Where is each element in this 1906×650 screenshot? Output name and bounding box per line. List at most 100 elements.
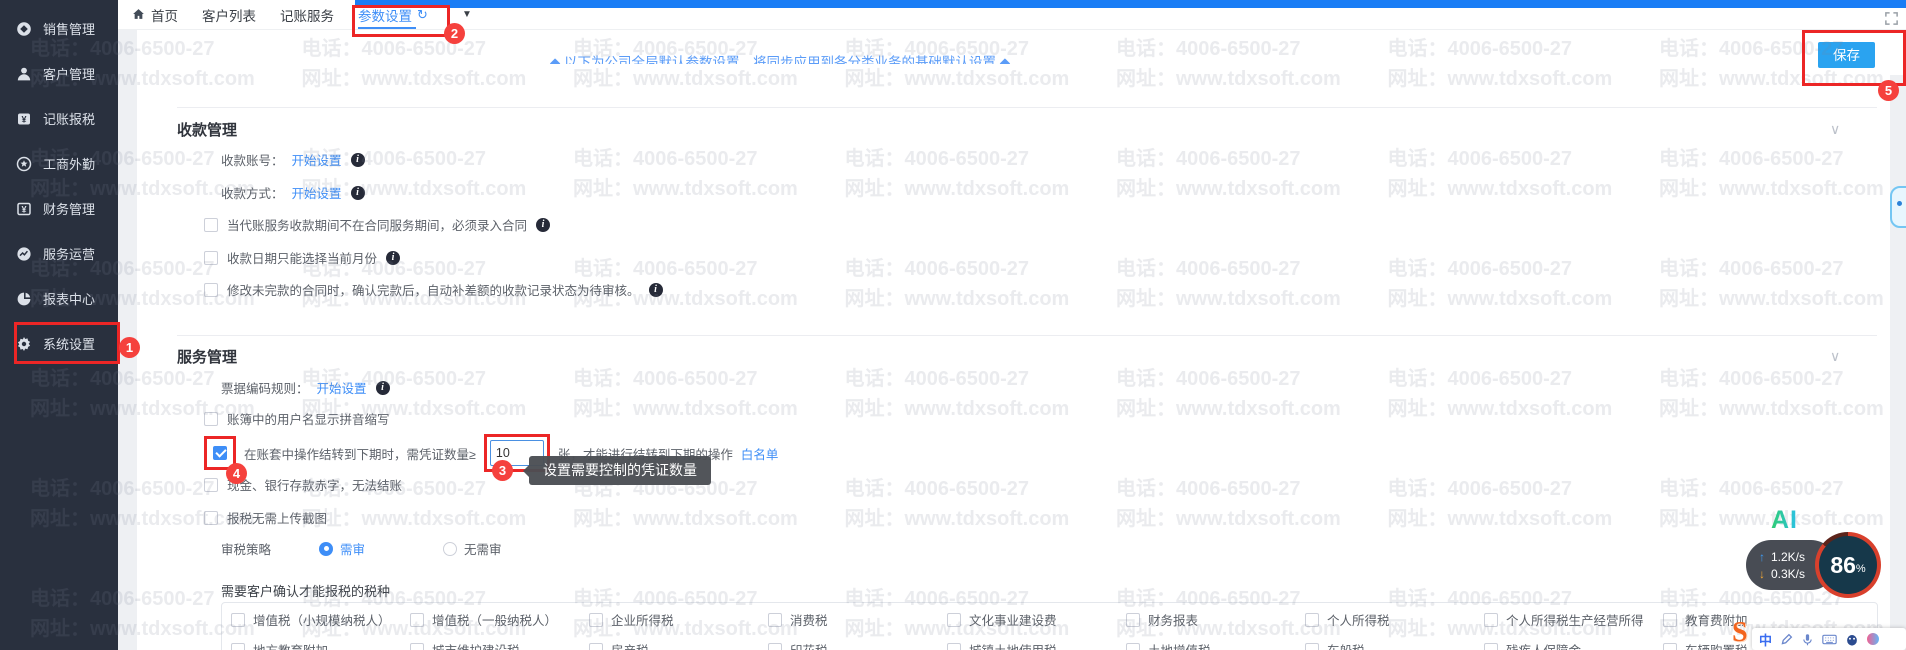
checkbox-icon[interactable] xyxy=(768,643,782,650)
checkbox-icon[interactable] xyxy=(947,643,961,650)
collapse-chevron-icon[interactable]: ∨ xyxy=(1830,348,1840,365)
checkbox-icon[interactable] xyxy=(1126,613,1140,627)
keyboard-icon[interactable] xyxy=(1822,633,1837,646)
tax-checkbox-item[interactable]: 增值税（小规模纳税人） xyxy=(231,610,410,629)
radio-icon[interactable] xyxy=(319,542,333,556)
pen-icon[interactable] xyxy=(1780,633,1793,646)
ime-language-toggle[interactable]: 中 xyxy=(1759,630,1772,649)
fullscreen-icon[interactable] xyxy=(1884,11,1899,31)
tax-checkbox-item[interactable]: 城市维护建设税 xyxy=(410,640,589,650)
payment-account-row: 收款账号： 开始设置 xyxy=(221,150,365,169)
checkbox-icon[interactable] xyxy=(1484,613,1498,627)
microphone-icon[interactable] xyxy=(1801,633,1814,646)
sidebar-item[interactable]: 工商外勤 xyxy=(0,141,118,186)
info-icon[interactable] xyxy=(649,283,663,297)
collapse-chevron-icon[interactable]: ∨ xyxy=(1830,121,1840,138)
radio-label: 无需审 xyxy=(464,539,502,558)
carry-label-before: 在账套中操作结转到下期时，需凭证数量≥ xyxy=(244,444,476,463)
sidebar-item[interactable]: ¥ 财务管理 xyxy=(0,186,118,231)
checkbox-icon[interactable] xyxy=(204,251,218,265)
tax-checkbox-item[interactable]: 财务报表 xyxy=(1126,610,1305,629)
finance-icon: ¥ xyxy=(15,200,32,217)
sogou-logo-icon[interactable]: S xyxy=(1732,619,1748,647)
checkbox-icon[interactable] xyxy=(1663,613,1677,627)
radio-option-need-audit[interactable]: 需审 xyxy=(319,539,365,558)
info-icon[interactable] xyxy=(376,381,390,395)
assistant-robot-icon[interactable] xyxy=(1890,186,1906,228)
tax-row-2: 地方教育附加 城市维护建设税 房产税 印花税 城镇土地使用税 土地增值税 车船税… xyxy=(231,640,1842,650)
checkbox-icon[interactable] xyxy=(204,511,218,525)
info-icon[interactable] xyxy=(351,153,365,167)
whitelist-link[interactable]: 白名单 xyxy=(741,444,779,463)
checkbox-icon[interactable] xyxy=(410,613,424,627)
checkbox-label: 账簿中的用户名显示拼音缩写 xyxy=(227,409,390,428)
checkbox-row: 修改未完款的合同时，确认完款后，自动补差额的收款记录状态为待审核。 xyxy=(204,280,663,299)
nav-tab[interactable]: 客户列表 xyxy=(202,0,256,29)
checkbox-icon[interactable] xyxy=(1305,643,1319,650)
tax-checkbox-item[interactable]: 残疾人保障金 xyxy=(1484,640,1663,650)
save-button[interactable]: 保存 xyxy=(1818,42,1875,68)
tax-label: 个人所得税 xyxy=(1327,610,1390,629)
tax-checkbox-item[interactable]: 土地增值税 xyxy=(1126,640,1305,650)
start-setup-link[interactable]: 开始设置 xyxy=(292,150,342,169)
checkbox-icon[interactable] xyxy=(589,613,603,627)
tax-checkbox-item[interactable]: 个人所得税 xyxy=(1305,610,1484,629)
battery-ring-widget[interactable]: 86 % xyxy=(1815,532,1881,598)
tab-dropdown-caret-icon[interactable]: ▼ xyxy=(462,9,472,20)
field-label: 收款方式： xyxy=(221,183,284,202)
tax-checkbox-item[interactable]: 房产税 xyxy=(589,640,768,650)
checkbox-label: 报税无需上传截图 xyxy=(227,508,327,527)
checkbox-icon[interactable] xyxy=(213,446,227,460)
checkbox-icon[interactable] xyxy=(1126,643,1140,650)
sidebar-item[interactable]: 销售管理 xyxy=(0,6,118,51)
nav-tab[interactable]: 记账服务 xyxy=(280,0,334,29)
tax-checkbox-item[interactable]: 地方教育附加 xyxy=(231,640,410,650)
info-icon[interactable] xyxy=(351,186,365,200)
checkbox-icon[interactable] xyxy=(1484,643,1498,650)
refresh-icon[interactable]: ↻ xyxy=(417,8,428,21)
nav-tab[interactable]: 首页 xyxy=(131,0,178,29)
checkbox-icon[interactable] xyxy=(1305,613,1319,627)
tax-checkbox-item[interactable]: 教育费附加 xyxy=(1663,610,1842,629)
checkbox-icon[interactable] xyxy=(231,643,245,650)
tax-label: 土地增值税 xyxy=(1148,640,1211,650)
info-icon[interactable] xyxy=(386,251,400,265)
sidebar-item[interactable]: ¥ 记账报税 xyxy=(0,96,118,141)
info-icon[interactable] xyxy=(536,218,550,232)
tax-checkbox-item[interactable]: 个人所得税生产经营所得 xyxy=(1484,610,1663,629)
checkbox-icon[interactable] xyxy=(204,412,218,426)
tax-checkbox-item[interactable]: 增值税（一般纳税人） xyxy=(410,610,589,629)
sidebar-item[interactable]: 服务运营 xyxy=(0,231,118,276)
field-label: 收款账号： xyxy=(221,150,284,169)
radio-icon[interactable] xyxy=(443,542,457,556)
checkbox-icon[interactable] xyxy=(1663,643,1677,650)
checkbox-icon[interactable] xyxy=(204,218,218,232)
tax-checkbox-item[interactable]: 车船税 xyxy=(1305,640,1484,650)
checkbox-icon[interactable] xyxy=(204,478,218,492)
mascot-icon[interactable] xyxy=(1845,633,1859,646)
tax-checkbox-item[interactable]: 城镇土地使用税 xyxy=(947,640,1126,650)
start-setup-link[interactable]: 开始设置 xyxy=(317,378,367,397)
checkbox-icon[interactable] xyxy=(589,643,603,650)
tax-checkbox-item[interactable]: 消费税 xyxy=(768,610,947,629)
checkbox-icon[interactable] xyxy=(410,643,424,650)
sidebar-item[interactable]: 系统设置 xyxy=(0,321,118,366)
checkbox-icon[interactable] xyxy=(947,613,961,627)
checkbox-icon[interactable] xyxy=(231,613,245,627)
radio-option-no-audit[interactable]: 无需审 xyxy=(443,539,502,558)
svg-text:¥: ¥ xyxy=(21,114,26,124)
top-accent-bar xyxy=(355,0,1906,8)
tax-checkbox-item[interactable]: 印花税 xyxy=(768,640,947,650)
battery-unit: % xyxy=(1856,563,1866,575)
tax-checkbox-item[interactable]: 企业所得税 xyxy=(589,610,768,629)
checkbox-icon[interactable] xyxy=(768,613,782,627)
emoji-icon[interactable] xyxy=(1867,633,1879,645)
start-setup-link[interactable]: 开始设置 xyxy=(292,183,342,202)
tax-checkbox-item[interactable]: 文化事业建设费 xyxy=(947,610,1126,629)
billcode-row: 票据编码规则： 开始设置 xyxy=(221,378,390,397)
checkbox-row: 当代账服务收款期间不在合同服务期间，必须录入合同 xyxy=(204,215,550,234)
sidebar-item[interactable]: 客户管理 xyxy=(0,51,118,96)
checkbox-icon[interactable] xyxy=(204,283,218,297)
ai-label[interactable]: AI xyxy=(1771,506,1798,535)
sidebar-item[interactable]: 报表中心 xyxy=(0,276,118,321)
